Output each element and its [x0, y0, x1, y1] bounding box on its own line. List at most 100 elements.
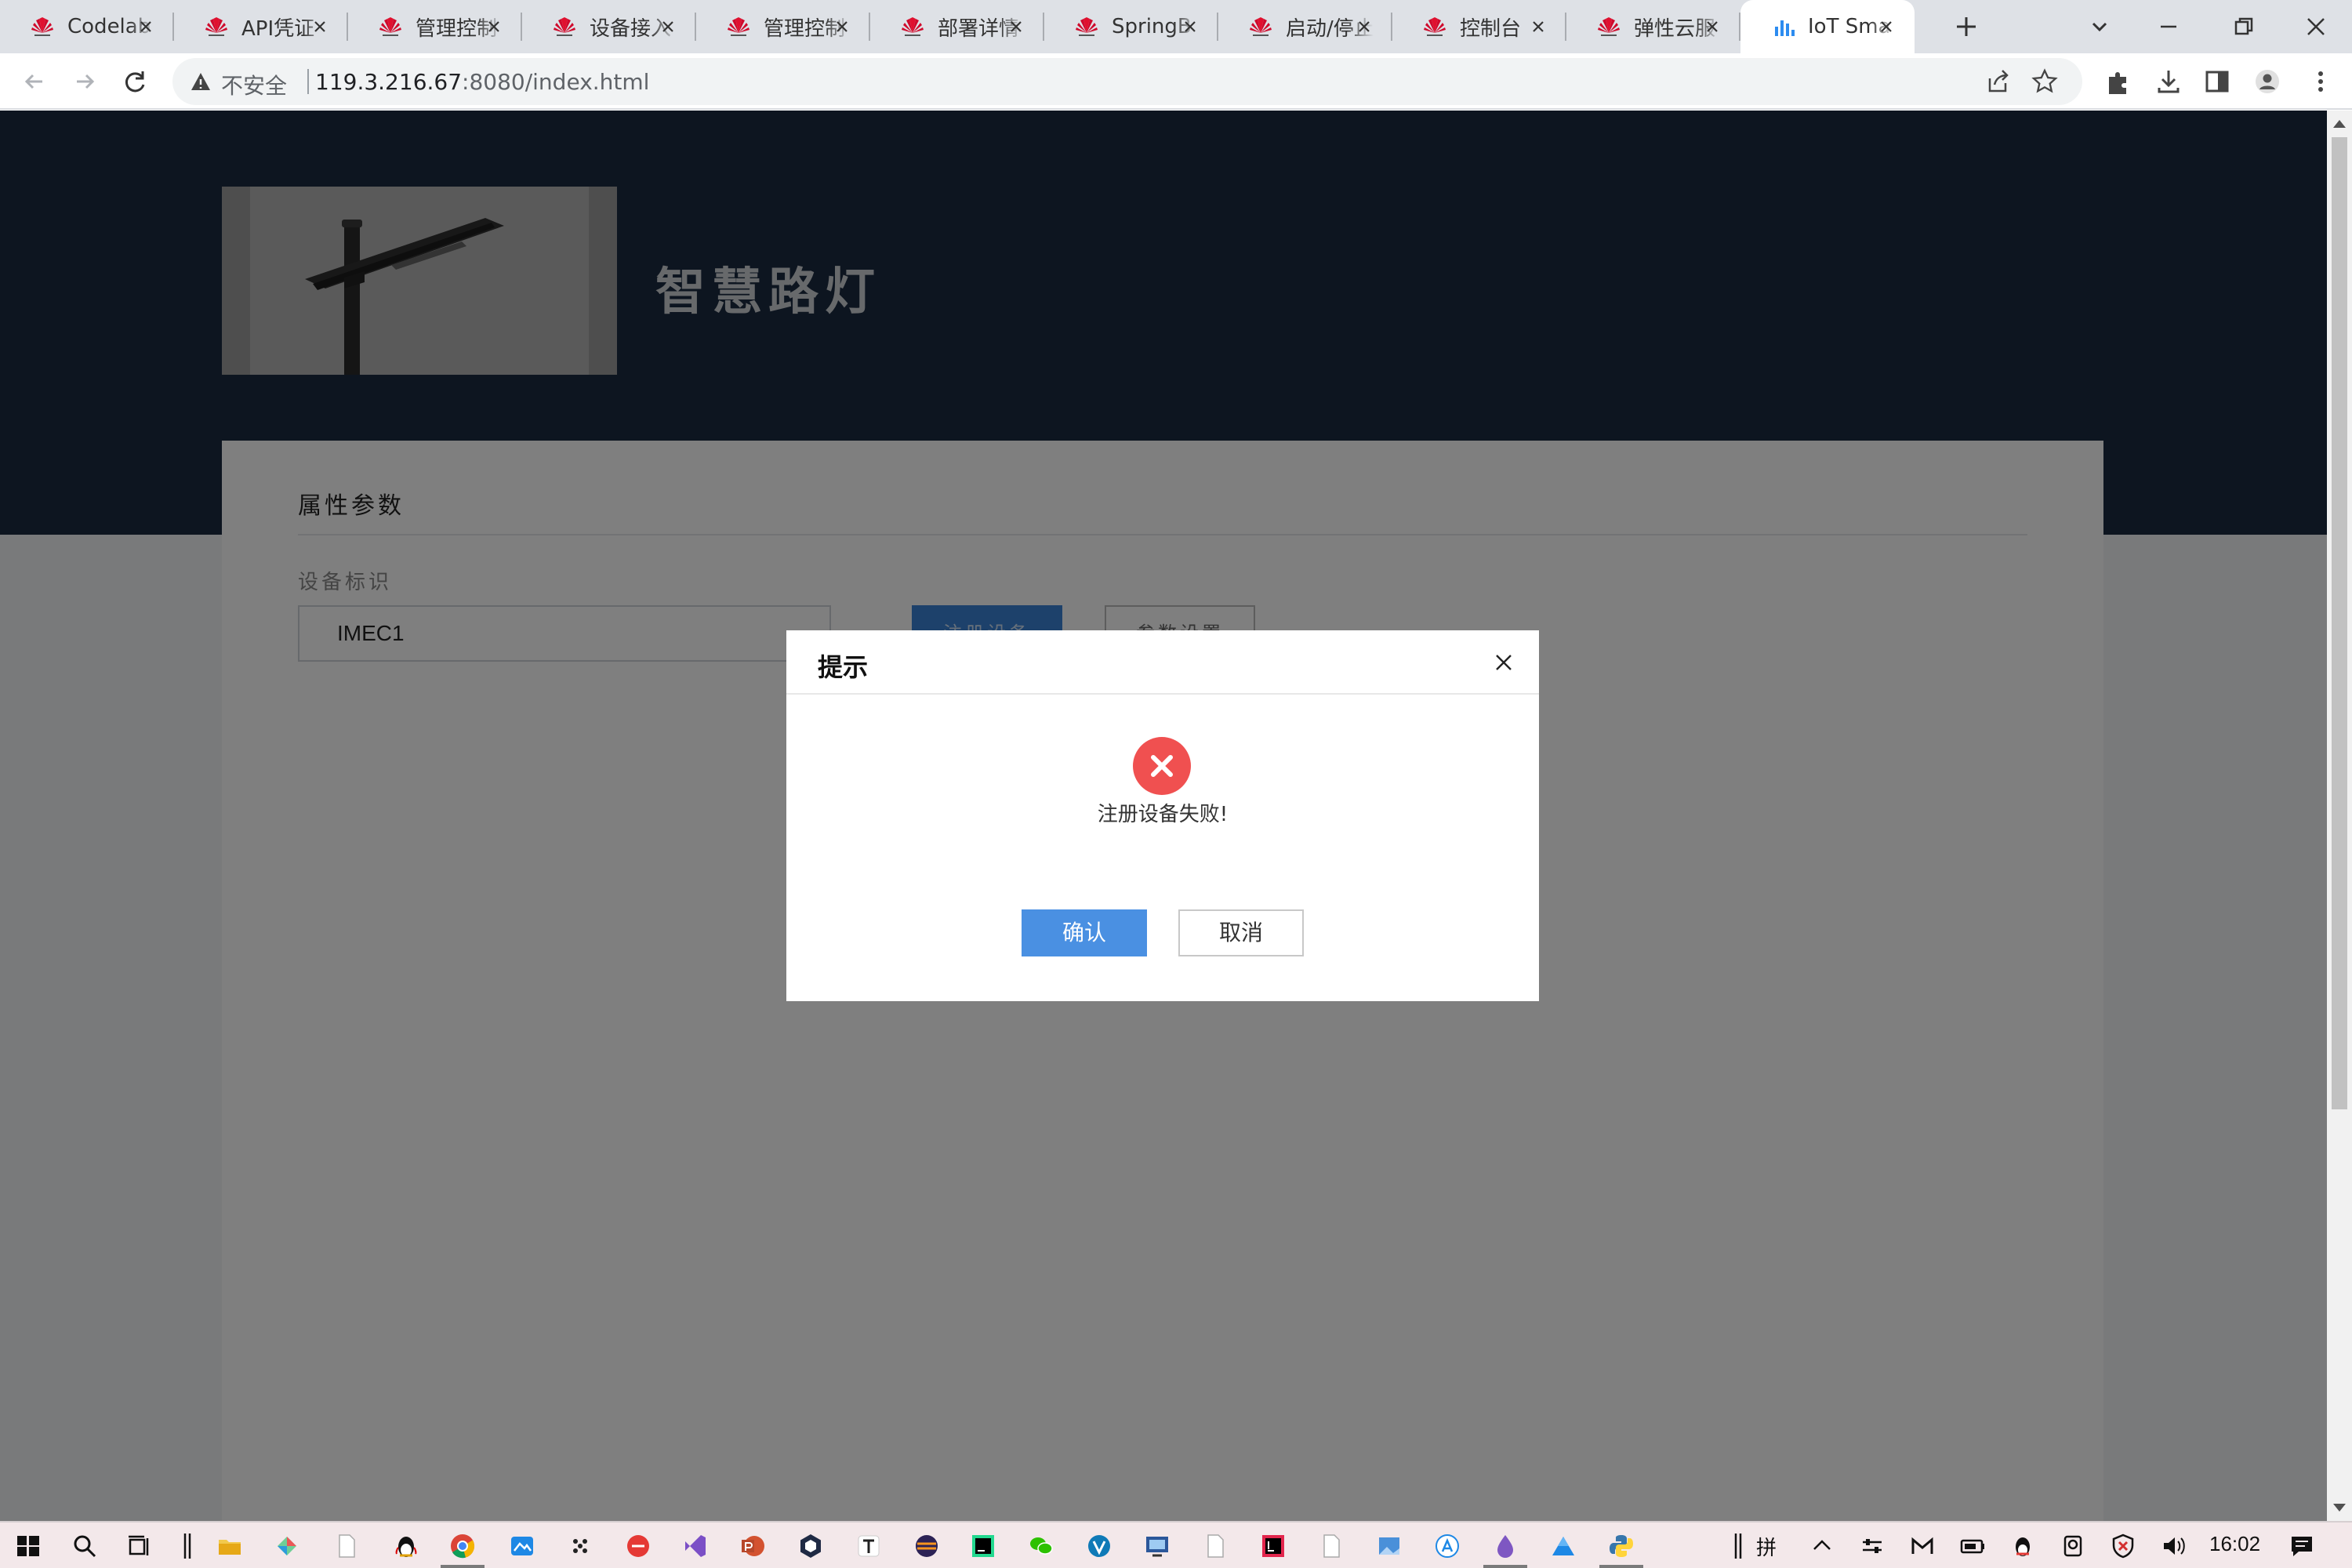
show-hidden-icons-chevron-icon[interactable] [1808, 1532, 1836, 1560]
forward-arrow-icon[interactable] [69, 66, 100, 97]
notifications-icon[interactable] [2288, 1532, 2316, 1560]
powerpoint-icon[interactable] [739, 1532, 767, 1560]
chrome-active-indicator [441, 1565, 485, 1568]
reload-icon[interactable] [119, 66, 151, 97]
intellij-idea-icon[interactable] [1259, 1532, 1287, 1560]
cloud-drive-icon[interactable] [1549, 1532, 1577, 1560]
chrome-browser-icon[interactable] [448, 1532, 477, 1560]
tray-m-icon[interactable] [1908, 1532, 1936, 1560]
tab-close-icon[interactable] [485, 17, 503, 36]
dots-app-icon[interactable] [566, 1532, 594, 1560]
ime-indicator[interactable]: 拼 [1756, 1532, 1777, 1561]
wechat-icon[interactable] [1027, 1532, 1055, 1560]
search-icon[interactable] [71, 1532, 99, 1560]
battery-icon[interactable] [1958, 1532, 1987, 1560]
browser-toolbar: 不安全 119.3.216.67:8080/index.html [0, 53, 2352, 110]
tab-close-icon[interactable] [1529, 17, 1548, 36]
purple-app-icon[interactable] [1491, 1532, 1519, 1560]
minimize-window-icon[interactable] [2150, 8, 2187, 45]
blue-app-icon[interactable] [508, 1532, 536, 1560]
scrollbar-thumb[interactable] [2332, 137, 2347, 1109]
download-icon[interactable] [2153, 66, 2184, 97]
browser-menu-kebab-icon[interactable] [2305, 66, 2336, 97]
browser-tab[interactable]: 部署详情 [870, 0, 1044, 53]
alert-dialog: 提示 注册设备失败! 确认 取消 [786, 630, 1539, 1001]
windows-start-icon[interactable] [14, 1532, 42, 1560]
extensions-puzzle-icon[interactable] [2103, 66, 2134, 97]
tab-search-chevron-icon[interactable] [2081, 8, 2118, 45]
remote-desktop-icon[interactable] [1143, 1532, 1171, 1560]
browser-tab[interactable]: 管理控制 [348, 0, 522, 53]
tab-close-icon[interactable] [1355, 17, 1374, 36]
side-panel-icon[interactable] [2201, 66, 2233, 97]
video-app-icon[interactable] [624, 1532, 652, 1560]
new-tab-plus-icon[interactable] [1951, 11, 1982, 42]
not-secure-label[interactable]: 不安全 [221, 69, 287, 100]
tab-close-icon[interactable] [833, 17, 851, 36]
blank-document-icon[interactable] [1201, 1532, 1229, 1560]
settings-sliders-icon[interactable] [1858, 1532, 1886, 1560]
typora-icon[interactable] [855, 1532, 883, 1560]
tab-close-icon[interactable] [310, 17, 329, 36]
tab-close-icon[interactable] [136, 17, 155, 36]
taskbar-separator-icon [1734, 1534, 1742, 1559]
file-explorer-icon[interactable] [216, 1532, 244, 1560]
app-store-icon[interactable] [1433, 1532, 1461, 1560]
document-app-icon[interactable] [332, 1532, 361, 1560]
browser-tab[interactable]: 弹性云服 [1566, 0, 1740, 53]
huawei-icon [902, 17, 924, 36]
share-icon[interactable] [1984, 67, 2012, 96]
bookmark-star-icon[interactable] [2031, 67, 2059, 96]
tab-close-icon[interactable] [1877, 17, 1896, 36]
restore-window-icon[interactable] [2225, 8, 2263, 45]
browser-tab-strip: Codelab API凭证 管理控制 设备接入 管理控制 部署详情 SpringB 启动/停止… [0, 0, 2352, 53]
address-bar[interactable]: 不安全 119.3.216.67:8080/index.html [172, 58, 2082, 105]
browser-tab[interactable]: API凭证 [174, 0, 348, 53]
python-icon[interactable] [1607, 1532, 1635, 1560]
profile-avatar-icon[interactable] [2252, 66, 2283, 97]
bar-chart-icon [1775, 20, 1795, 36]
tab-close-icon[interactable] [659, 17, 677, 36]
browser-tab[interactable]: 启动/停止 [1218, 0, 1392, 53]
hexagon-app-icon[interactable] [797, 1532, 825, 1560]
visual-studio-icon[interactable] [681, 1532, 709, 1560]
tab-close-icon[interactable] [1181, 17, 1200, 36]
huawei-icon [205, 17, 227, 36]
volume-speaker-icon[interactable] [2159, 1532, 2187, 1560]
url-host: 119.3.216.67 [315, 69, 463, 95]
cancel-button[interactable]: 取消 [1178, 909, 1304, 956]
datagrip-icon[interactable] [969, 1532, 997, 1560]
vpn-app-icon[interactable] [1085, 1532, 1113, 1560]
browser-tab[interactable]: 管理控制 [696, 0, 870, 53]
system-clock[interactable]: 16:02 [2209, 1532, 2260, 1556]
url-text[interactable]: 119.3.216.67:8080/index.html [315, 69, 649, 95]
browser-tab[interactable]: SpringB [1044, 0, 1218, 53]
plain-file-icon[interactable] [1317, 1532, 1345, 1560]
scroll-down-arrow-icon[interactable] [2333, 1504, 2346, 1512]
browser-tab[interactable]: IoT Sma [1740, 0, 1915, 53]
tab-close-icon[interactable] [1703, 17, 1722, 36]
image-viewer-icon[interactable] [1375, 1532, 1403, 1560]
security-shield-icon[interactable] [2109, 1532, 2137, 1560]
webcam-tray-icon[interactable] [2059, 1532, 2087, 1560]
tab-close-icon[interactable] [1007, 17, 1025, 36]
task-view-icon[interactable] [125, 1532, 154, 1560]
url-path: :8080/index.html [462, 69, 650, 95]
eclipse-icon[interactable] [913, 1532, 941, 1560]
windows-taskbar: 拼 16:02 [0, 1521, 2352, 1568]
python-active-indicator [1599, 1565, 1643, 1568]
page-scrollbar[interactable] [2327, 111, 2352, 1521]
confirm-button[interactable]: 确认 [1022, 909, 1147, 956]
dialog-close-icon[interactable] [1492, 651, 1515, 674]
omnibox-divider [307, 69, 309, 94]
not-secure-warning-icon[interactable] [190, 71, 212, 93]
qq-tray-icon[interactable] [2009, 1532, 2037, 1560]
browser-tab[interactable]: 设备接入 [522, 0, 696, 53]
browser-tab[interactable]: Codelab [0, 0, 174, 53]
scroll-up-arrow-icon[interactable] [2333, 120, 2346, 128]
back-arrow-icon[interactable] [19, 66, 50, 97]
close-window-icon[interactable] [2297, 8, 2335, 45]
browser-tab[interactable]: 控制台 [1392, 0, 1566, 53]
colorful-app-icon[interactable] [273, 1532, 301, 1560]
qq-penguin-icon[interactable] [392, 1532, 420, 1560]
